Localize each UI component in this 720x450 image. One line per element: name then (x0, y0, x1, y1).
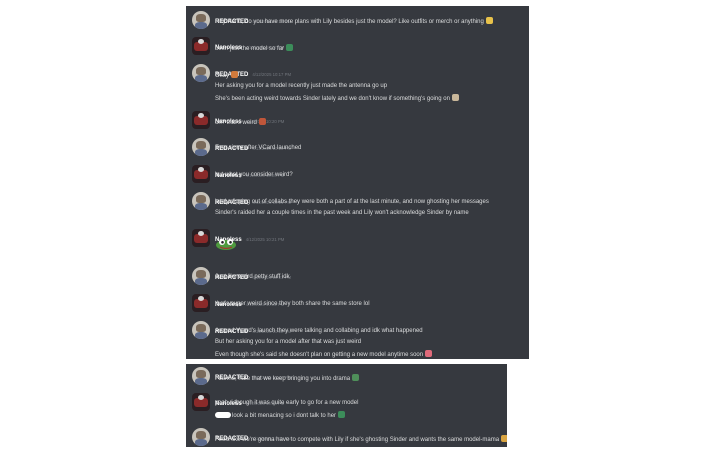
message-line: but what you consider weird? (215, 172, 293, 178)
fish-emoji (286, 44, 294, 51)
globe-emoji (352, 374, 360, 381)
message-text: Okay (215, 73, 230, 79)
message-line: I dunno, hate that we keep bringing you … (215, 374, 360, 382)
message-text: but what you consider weird? (215, 172, 293, 178)
timestamp: 4/12/2025 10:17 PM (252, 72, 292, 77)
user-avatar[interactable] (192, 321, 210, 339)
message-text: look a bit menacing so i dont talk to he… (232, 413, 337, 419)
message-line: Sinder's raided her a couple times in th… (215, 210, 469, 216)
user-avatar[interactable] (192, 294, 210, 312)
message-line: oh? that's weird (215, 118, 266, 126)
user-avatar[interactable] (192, 37, 210, 55)
user-avatar[interactable] (192, 229, 210, 247)
chat-screenshot-top: REDACTED 4/12/2025 10:16 PM Hey Nano, do y… (186, 6, 529, 359)
paw-emoji (501, 435, 507, 442)
redaction-blot (215, 412, 231, 418)
message-text: Sinder's raided her a couple times in th… (215, 210, 469, 216)
user-avatar[interactable] (192, 428, 210, 446)
message-line: Ever since after VCard launched (215, 145, 301, 151)
thinking-emoji (258, 118, 266, 125)
user-avatar[interactable] (192, 64, 210, 82)
user-avatar[interactable] (192, 393, 210, 411)
message-line: look a bit menacing so i dont talk to he… (215, 411, 346, 419)
message-line: She's been acting weird towards Sinder l… (215, 94, 459, 102)
message-text: yeah, i though it was quite early to go … (215, 400, 359, 406)
user-avatar[interactable] (192, 11, 210, 29)
message-text: Just like weird petty stuff idk (215, 274, 290, 280)
face-emoji (451, 94, 459, 101)
message-text: Her asking you for a model recently just… (215, 83, 388, 89)
message-text: I dunno, hate that we keep bringing you … (215, 376, 351, 382)
message-line: lately dipping out of collabs they were … (215, 199, 489, 205)
message-text: been just the model so far (215, 46, 285, 52)
user-avatar[interactable] (192, 111, 210, 129)
message-line: been just the model so far (215, 44, 294, 52)
message-line: Her asking you for a model recently just… (215, 83, 387, 89)
message-line: Around Vcard's launch they were talking … (215, 328, 423, 334)
message-line: But her asking you for a model after tha… (215, 339, 361, 345)
fish-emoji (338, 411, 346, 418)
message-text: that's super weird since they both share… (215, 301, 370, 307)
message-line: Hey Nano, do you have more plans with Li… (215, 17, 493, 25)
chat-screenshot-bottom: REDACTED 4/12/2025 10:24 PM I dunno, hate … (186, 364, 507, 447)
message-text: Around Vcard's launch they were talking … (215, 328, 423, 334)
message-text: But her asking you for a model after tha… (215, 339, 362, 345)
message-text: She's been acting weird towards Sinder l… (215, 96, 450, 102)
timestamp: 4/12/2025 10:21 PM (245, 237, 285, 242)
message-line: Feels like we're gonna have to compete w… (215, 435, 507, 443)
notes-emoji (485, 17, 493, 24)
message-text: Feels like we're gonna have to compete w… (215, 437, 500, 443)
message-line: yeah, i though it was quite early to go … (215, 400, 358, 406)
message-text: oh? that's weird (215, 120, 257, 126)
message-text: Hey Nano, do you have more plans with Li… (215, 19, 484, 25)
message-line: that's super weird since they both share… (215, 301, 370, 307)
message-line: Even though she's said she doesn't plan … (215, 350, 433, 358)
dog-emoji (231, 71, 239, 78)
message-line: Okay (215, 71, 239, 79)
message-text: lately dipping out of collabs they were … (215, 199, 489, 205)
user-avatar[interactable] (192, 165, 210, 183)
message-text: Even though she's said she doesn't plan … (215, 352, 424, 358)
user-avatar[interactable] (192, 367, 210, 385)
user-avatar[interactable] (192, 267, 210, 285)
user-avatar[interactable] (192, 138, 210, 156)
message-line: Just like weird petty stuff idk (215, 274, 290, 280)
cake-emoji (425, 350, 433, 357)
message-text: Ever since after VCard launched (215, 145, 302, 151)
pepe-sticker (216, 239, 236, 250)
user-avatar[interactable] (192, 192, 210, 210)
